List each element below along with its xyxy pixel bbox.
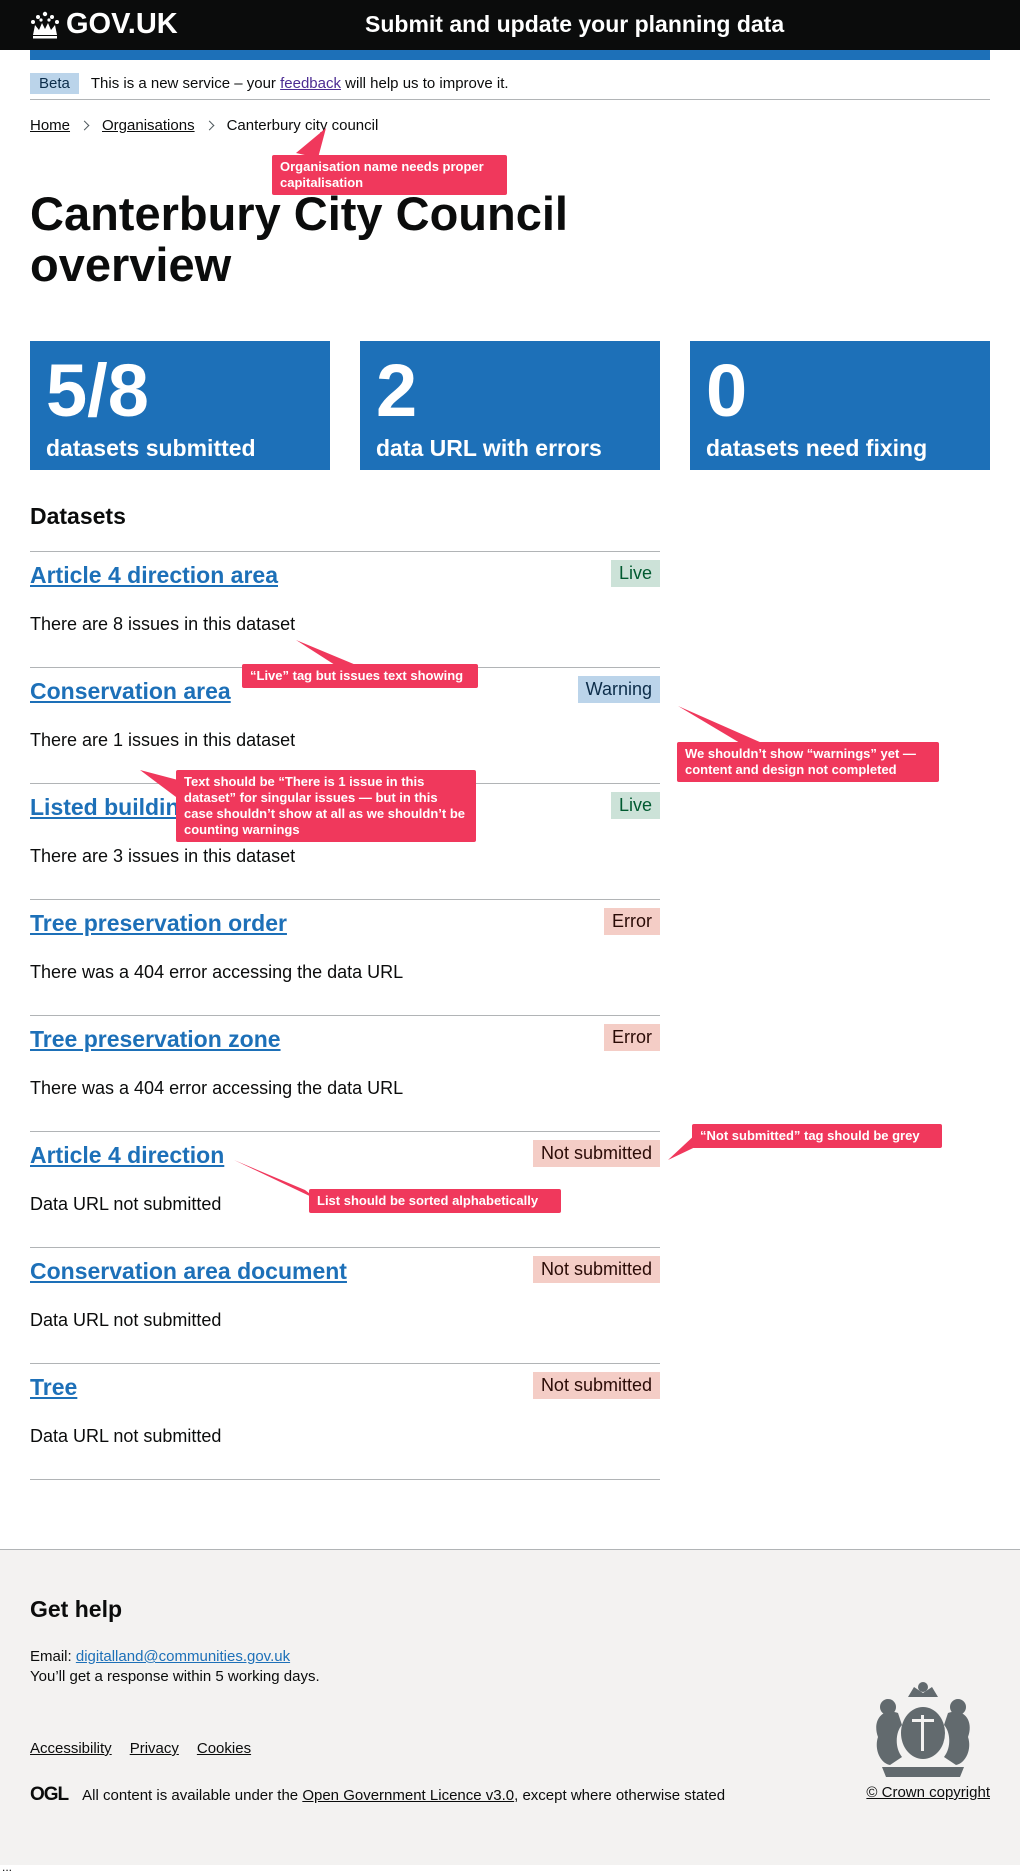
licence-text: All content is available under the Open … [82, 1787, 725, 1804]
dataset-description: There are 1 issues in this dataset [30, 730, 296, 750]
annotation-pointer [678, 706, 762, 743]
list-end-divider [30, 1479, 660, 1480]
page-end-ellipsis: ... [2, 1860, 13, 1874]
licence-before: All content is available under the [82, 1786, 299, 1804]
header-blue-bar [30, 50, 990, 60]
footer-link-accessibility[interactable]: Accessibility [30, 1740, 112, 1757]
dataset-link[interactable]: Tree preservation zone [30, 1026, 281, 1053]
beta-tag: Beta [30, 73, 79, 94]
dataset-description: Data URL not submitted [30, 1426, 222, 1446]
stat-label: datasets need fixing [706, 435, 928, 461]
footer-heading: Get help [30, 1596, 123, 1622]
dataset-link[interactable]: Tree preservation order [30, 910, 287, 937]
phase-banner: Beta This is a new service – your feedba… [30, 68, 990, 100]
breadcrumb-organisations[interactable]: Organisations [102, 117, 195, 134]
status-tag: Live [610, 792, 660, 819]
footer-links: Accessibility Privacy Cookies [30, 1740, 251, 1757]
site-header: GOV.UK Submit and update your planning d… [0, 0, 1020, 50]
site-footer: Get help Email: digitalland@communities.… [0, 1549, 1020, 1865]
ogl-logo: OGL [30, 1784, 69, 1805]
stat-card-submitted: 5/8 datasets submitted [30, 341, 330, 470]
dataset-description: Data URL not submitted [30, 1310, 222, 1330]
dataset-link[interactable]: Listed building [30, 794, 194, 821]
breadcrumb-home[interactable]: Home [30, 117, 70, 134]
annotation-org-name: Organisation name needs proper capitalis… [272, 155, 507, 195]
logo-text: GOV.UK [66, 8, 178, 40]
stat-number: 0 [706, 349, 748, 432]
annotation-not-submitted: “Not submitted” tag should be grey [692, 1124, 942, 1148]
annotation-warnings: We shouldn’t show “warnings” yet — conte… [677, 742, 939, 782]
stat-number: 2 [376, 349, 418, 432]
annotation-live-tag: “Live” tag but issues text showing [242, 664, 478, 688]
footer-email: Email: digitalland@communities.gov.uk [30, 1648, 290, 1665]
dataset-description: There was a 404 error accessing the data… [30, 962, 404, 982]
stat-card-need-fixing: 0 datasets need fixing [690, 341, 990, 470]
dataset-description: Data URL not submitted [30, 1194, 222, 1214]
status-tag: Error [604, 1024, 660, 1051]
dataset-link[interactable]: Article 4 direction [30, 1142, 224, 1169]
dataset-link[interactable]: Tree [30, 1374, 77, 1401]
service-name-link[interactable]: Submit and update your planning data [365, 11, 784, 38]
phase-text-before: This is a new service – your [90, 75, 276, 92]
dataset-row: Article 4 direction area Live There are … [30, 551, 660, 667]
stat-number: 5/8 [46, 349, 149, 432]
dataset-row: Conservation area document Not submitted… [30, 1247, 660, 1363]
dataset-description: There are 3 issues in this dataset [30, 846, 296, 866]
dataset-link[interactable]: Conservation area [30, 678, 231, 705]
licence-link[interactable]: Open Government Licence v3.0 [302, 1787, 514, 1804]
status-tag: Error [604, 908, 660, 935]
govuk-logo-link[interactable]: GOV.UK [30, 8, 178, 41]
status-tag: Not submitted [532, 1140, 660, 1167]
stat-label: datasets submitted [46, 435, 256, 461]
footer-link-privacy[interactable]: Privacy [130, 1740, 179, 1757]
breadcrumb: Home Organisations Canterbury city counc… [30, 117, 378, 134]
dataset-row: Tree preservation zone Error There was a… [30, 1015, 660, 1131]
feedback-link[interactable]: feedback [280, 75, 341, 92]
royal-coat-of-arms-icon [876, 1682, 970, 1777]
page-title: Canterbury City Council overview [30, 187, 568, 291]
stat-label: data URL with errors [376, 435, 602, 461]
annotation-sorted: List should be sorted alphabetically [309, 1189, 561, 1213]
status-tag: Not submitted [532, 1372, 660, 1399]
footer-link-cookies[interactable]: Cookies [197, 1740, 251, 1757]
datasets-heading: Datasets [30, 503, 126, 529]
phase-banner-text: This is a new service – your feedback wi… [91, 75, 509, 92]
licence-after: , except where otherwise stated [514, 1786, 726, 1804]
crown-icon [31, 11, 59, 38]
phase-text-after: will help us to improve it. [345, 75, 509, 92]
dataset-link[interactable]: Conservation area document [30, 1258, 347, 1285]
status-tag: Not submitted [532, 1256, 660, 1283]
licence-row: OGL All content is available under the O… [30, 1784, 725, 1806]
dataset-description: There was a 404 error accessing the data… [30, 1078, 404, 1098]
chevron-right-icon [79, 120, 90, 131]
chevron-right-icon [204, 120, 215, 131]
stat-card-errors: 2 data URL with errors [360, 341, 660, 470]
dataset-description: There are 8 issues in this dataset [30, 614, 296, 634]
dataset-row: Tree preservation order Error There was … [30, 899, 660, 1015]
crown-copyright-link[interactable]: © Crown copyright [866, 1784, 990, 1801]
annotation-singular: Text should be “There is 1 issue in this… [176, 770, 476, 842]
email-link[interactable]: digitalland@communities.gov.uk [76, 1648, 290, 1665]
email-label: Email: [30, 1648, 72, 1665]
response-time: You’ll get a response within 5 working d… [30, 1668, 320, 1685]
dataset-row: Tree Not submitted Data URL not submitte… [30, 1363, 660, 1479]
status-tag: Warning [577, 676, 660, 703]
status-tag: Live [610, 560, 660, 587]
breadcrumb-current: Canterbury city council [226, 117, 379, 134]
dataset-link[interactable]: Article 4 direction area [30, 562, 278, 589]
